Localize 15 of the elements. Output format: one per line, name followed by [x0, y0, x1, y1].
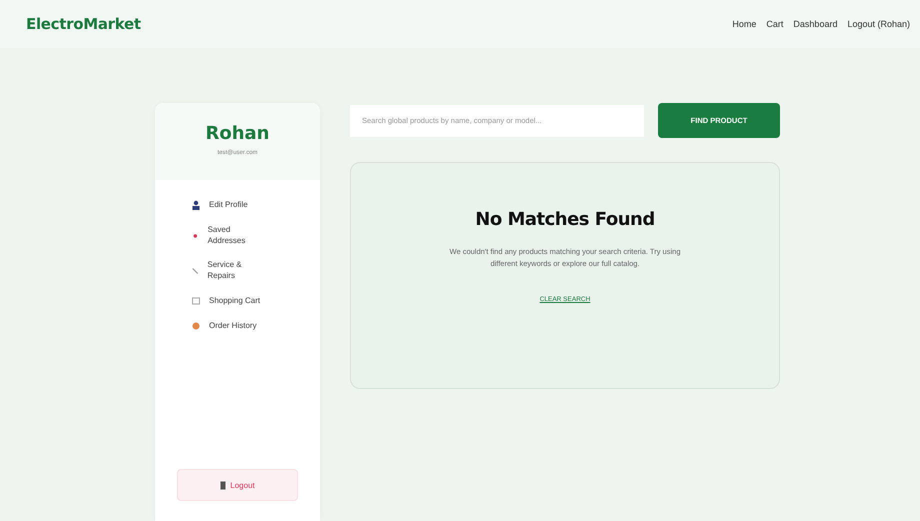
sidebar-item[interactable]: Saved Addresses [191, 224, 261, 246]
sidebar-item[interactable]: Edit Profile [191, 200, 261, 211]
door-icon [220, 480, 226, 490]
nav-link[interactable]: Dashboard [793, 19, 838, 29]
empty-state-title: No Matches Found [475, 209, 655, 230]
nav-link[interactable]: Logout (Rohan) [847, 19, 910, 29]
sidebar-item[interactable]: Order History [191, 320, 261, 332]
nav-link[interactable]: Cart [766, 19, 784, 29]
nav-link[interactable]: Home [732, 19, 756, 29]
logout-button[interactable]: Logout [177, 469, 298, 501]
brand-logo[interactable]: ElectroMarket [26, 15, 141, 33]
sidebar-item[interactable]: Service & Repairs [191, 260, 261, 282]
user-name: Rohan [205, 123, 270, 144]
sidebar-item[interactable]: Shopping Cart [191, 296, 261, 307]
person-icon [191, 200, 201, 210]
